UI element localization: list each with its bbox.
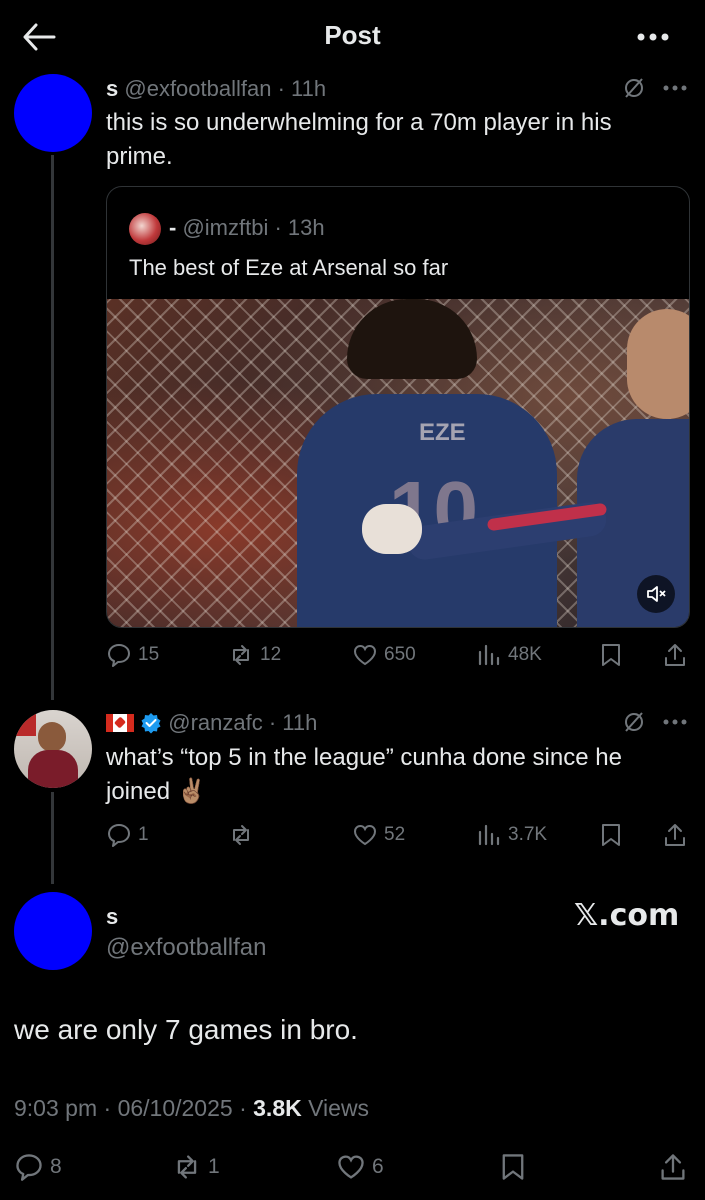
- views-label: Views: [308, 1095, 370, 1121]
- bookmark-button[interactable]: [598, 642, 624, 668]
- reply-icon: [108, 824, 130, 847]
- post-text: what’s “top 5 in the league” cunha done …: [106, 744, 622, 805]
- post-text: this is so underwhelming for a 70m playe…: [106, 109, 612, 170]
- reply-count: 1: [138, 824, 149, 845]
- canada-flag-icon: [106, 714, 134, 732]
- display-name[interactable]: s: [106, 76, 118, 101]
- like-count: 650: [384, 644, 416, 665]
- reply-button[interactable]: 1: [106, 822, 149, 848]
- more-options-icon[interactable]: [636, 32, 670, 42]
- share-icon: [665, 824, 685, 846]
- quoted-post[interactable]: - @imzftbi · 13h The best of Eze at Arse…: [106, 186, 690, 628]
- post-time: · 11h: [268, 710, 318, 735]
- reply-button[interactable]: 8: [14, 1152, 62, 1182]
- video-player[interactable]: EZE 10: [107, 299, 689, 627]
- reply-icon: [108, 644, 130, 667]
- repost-icon: [177, 1155, 197, 1179]
- avatar[interactable]: [14, 892, 92, 970]
- view-count: 3.7K: [508, 824, 548, 845]
- views-button[interactable]: 3.7K: [476, 822, 547, 848]
- post-meta: 9:03 pm · 06/10/2025 · 3.8K Views: [14, 1095, 369, 1122]
- share-button[interactable]: [662, 822, 688, 848]
- bookmark-button[interactable]: [598, 822, 624, 848]
- bookmark-icon: [502, 1154, 524, 1180]
- grok-icon[interactable]: [622, 76, 646, 100]
- repost-count: 12: [260, 644, 282, 665]
- views-button[interactable]: 48K: [476, 642, 542, 668]
- post-time: · 11h: [277, 76, 327, 101]
- like-count: 52: [384, 824, 406, 845]
- view-count: 48K: [508, 644, 542, 665]
- heart-icon: [353, 644, 377, 666]
- like-button[interactable]: 650: [352, 642, 416, 668]
- repost-icon: [233, 645, 249, 665]
- thread-line: [51, 155, 54, 700]
- grok-icon[interactable]: [622, 710, 646, 734]
- jersey-name: EZE: [419, 419, 466, 446]
- reply-count: 15: [138, 644, 160, 665]
- display-name: -: [169, 215, 177, 240]
- bookmark-icon: [602, 824, 620, 846]
- views-icon: [478, 644, 500, 666]
- repost-button[interactable]: 1: [172, 1152, 220, 1182]
- share-button[interactable]: [662, 642, 688, 668]
- avatar-photo: [38, 722, 66, 752]
- more-icon[interactable]: [662, 718, 688, 726]
- reply1-header: s @exfootballfan · 11h: [106, 76, 326, 102]
- post-time: · 13h: [274, 215, 325, 240]
- avatar[interactable]: [14, 710, 92, 788]
- user-handle: @imzftbi: [182, 215, 269, 240]
- verified-badge-icon: [141, 713, 161, 734]
- avatar[interactable]: [14, 74, 92, 152]
- view-count: 3.8K: [253, 1095, 302, 1121]
- mute-icon[interactable]: [637, 575, 675, 613]
- quote-header: - @imzftbi · 13h: [169, 215, 325, 241]
- repost-icon: [233, 825, 249, 845]
- post-time: 9:03 pm: [14, 1095, 98, 1121]
- heart-icon: [353, 824, 377, 846]
- x-com-watermark: 𝕏.com: [574, 898, 680, 933]
- thread-line: [51, 792, 54, 884]
- share-icon: [665, 644, 685, 666]
- like-button[interactable]: 52: [352, 822, 405, 848]
- share-button[interactable]: [658, 1152, 688, 1182]
- like-button[interactable]: 6: [336, 1152, 384, 1182]
- more-icon[interactable]: [662, 84, 688, 92]
- repost-count: 1: [208, 1155, 220, 1178]
- post-text: we are only 7 games in bro.: [14, 1014, 358, 1045]
- display-name[interactable]: s: [106, 904, 118, 930]
- quote-text: The best of Eze at Arsenal so far: [129, 255, 449, 280]
- page-title: Post: [324, 20, 381, 50]
- separator: ·: [103, 1095, 112, 1121]
- quote-avatar: [129, 213, 161, 245]
- user-handle[interactable]: @ranzafc: [168, 710, 262, 735]
- bookmark-button[interactable]: [498, 1152, 528, 1182]
- user-handle[interactable]: @exfootballfan: [124, 76, 271, 101]
- reply2-header: @ranzafc · 11h: [106, 710, 317, 736]
- reply-count: 8: [50, 1155, 62, 1178]
- top-bar: Post: [0, 0, 705, 72]
- repost-button[interactable]: [228, 822, 260, 848]
- reply-button[interactable]: 15: [106, 642, 159, 668]
- user-handle[interactable]: @exfootballfan: [106, 934, 266, 962]
- views-icon: [478, 824, 500, 846]
- separator: ·: [239, 1095, 247, 1121]
- like-count: 6: [372, 1155, 384, 1178]
- post-date: 06/10/2025: [117, 1095, 233, 1121]
- bookmark-icon: [602, 644, 620, 666]
- repost-button[interactable]: 12: [228, 642, 281, 668]
- heart-icon: [338, 1155, 364, 1179]
- share-icon: [661, 1154, 685, 1180]
- avatar-photo: [14, 710, 36, 736]
- player-figure: [362, 504, 422, 554]
- avatar-photo: [28, 750, 78, 788]
- player-figure: [627, 309, 689, 419]
- reply-icon: [16, 1154, 42, 1181]
